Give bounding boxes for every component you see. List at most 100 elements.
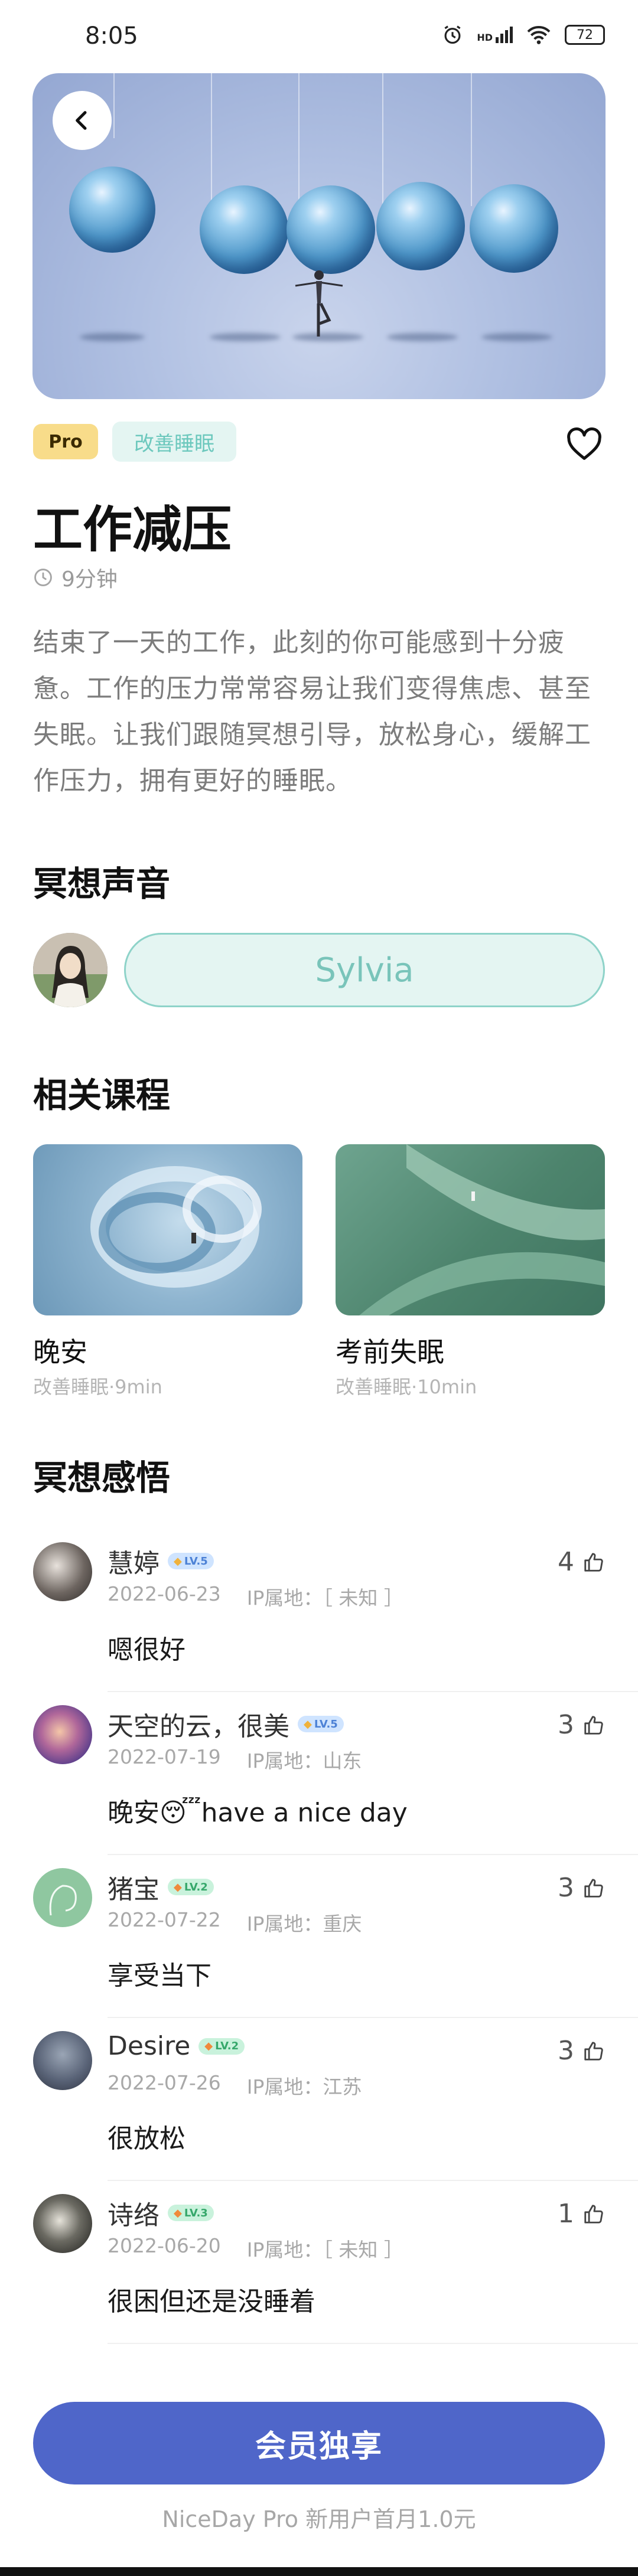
sphere xyxy=(200,185,288,274)
voice-avatar-image xyxy=(33,933,108,1007)
level-badge-icon: ◆ xyxy=(304,1718,312,1731)
avatar[interactable] xyxy=(33,933,108,1007)
comment-ip: IP属地：江苏 xyxy=(246,2075,362,2098)
like-count: 3 xyxy=(558,1710,574,1740)
comment-author[interactable]: Desire ◆ LV.2 xyxy=(108,2031,245,2061)
thumbs-up-icon xyxy=(584,2204,603,2224)
comment-author-name[interactable]: 天空的云，很美 xyxy=(108,1705,289,1743)
comment-author[interactable]: 猪宝 ◆ LV.2 xyxy=(108,1868,214,1906)
sphere xyxy=(470,184,558,273)
signal-hd-label: HD xyxy=(477,32,493,43)
comment-item: 天空的云，很美 ◆ LV.5 2022-07-19 IP属地：山东 晚安😴have a… xyxy=(33,1692,638,1855)
like-button[interactable]: 3 xyxy=(558,1710,605,1740)
level-badge-text: LV.5 xyxy=(314,1718,338,1731)
back-button[interactable] xyxy=(53,91,112,150)
wifi-icon xyxy=(527,26,551,44)
level-badge: ◆ LV.5 xyxy=(298,1716,344,1732)
comments-section-title: 冥想感悟 xyxy=(33,1458,171,1498)
course-hero-image xyxy=(32,73,606,399)
like-count: 3 xyxy=(558,1873,574,1903)
avatar[interactable] xyxy=(33,2194,92,2253)
like-button[interactable]: 1 xyxy=(558,2199,605,2229)
course-card-title[interactable]: 考前失眠 xyxy=(336,1331,444,1370)
voice-section-title: 冥想声音 xyxy=(33,864,171,904)
level-badge-icon: ◆ xyxy=(174,1880,182,1893)
clock-icon xyxy=(34,569,52,586)
category-tag[interactable]: 改善睡眠 xyxy=(112,422,236,462)
thumbs-up-icon xyxy=(584,2041,603,2061)
status-icons: HD 72 xyxy=(441,24,605,46)
comment-author-name[interactable]: Desire xyxy=(108,2031,190,2061)
comment-text: 享受当下 xyxy=(108,1961,211,1991)
cta-promo-text: NiceDay Pro 新用户首月1.0元 xyxy=(162,2506,476,2532)
comment-date: 2022-06-23 xyxy=(108,1582,221,1605)
comment-author-name[interactable]: 诗络 xyxy=(108,2194,160,2232)
chevron-left-icon xyxy=(76,111,87,130)
level-badge-text: LV.2 xyxy=(184,1880,208,1893)
yoga-figure xyxy=(295,270,343,337)
level-badge: ◆ LV.5 xyxy=(168,1553,214,1569)
level-badge-text: LV.2 xyxy=(215,2040,239,2052)
comment-meta: 2022-06-20 IP属地：［ 未知 ］ xyxy=(108,2234,403,2262)
sphere xyxy=(376,182,465,270)
avatar[interactable] xyxy=(33,1868,92,1927)
level-badge-icon: ◆ xyxy=(174,1555,182,1568)
course-card-thumbnail[interactable] xyxy=(336,1144,605,1315)
status-time: 8:05 xyxy=(85,22,138,50)
like-count: 1 xyxy=(558,2199,574,2229)
like-button[interactable]: 3 xyxy=(558,2036,605,2066)
course-duration: 9分钟 xyxy=(33,562,118,593)
comment-item: 诗络 ◆ LV.3 2022-06-20 IP属地：［ 未知 ］ 很困但还是没睡着 1 xyxy=(33,2181,638,2344)
comment-meta: 2022-07-19 IP属地：山东 xyxy=(108,1745,362,1774)
member-exclusive-button[interactable]: 会员独享 xyxy=(33,2402,605,2484)
course-thumbnail-art xyxy=(90,1166,262,1288)
level-badge: ◆ LV.2 xyxy=(168,1879,214,1895)
voice-select-button[interactable]: Sylvia xyxy=(124,933,605,1007)
comment-author[interactable]: 慧婷 ◆ LV.5 xyxy=(108,1542,214,1580)
like-button[interactable]: 3 xyxy=(558,1873,605,1903)
avatar[interactable] xyxy=(33,1542,92,1601)
comment-date: 2022-07-26 xyxy=(108,2071,221,2094)
comment-author[interactable]: 诗络 ◆ LV.3 xyxy=(108,2194,214,2232)
avatar[interactable] xyxy=(33,1705,92,1764)
comment-ip: IP属地：［ 未知 ］ xyxy=(246,2238,403,2261)
comment-ip: IP属地：重庆 xyxy=(246,1912,362,1935)
level-badge: ◆ LV.2 xyxy=(198,2038,245,2055)
comment-author-name[interactable]: 猪宝 xyxy=(108,1868,160,1906)
comment-meta: 2022-07-26 IP属地：江苏 xyxy=(108,2071,362,2100)
course-card-subtitle: 改善睡眠·10min xyxy=(336,1376,477,1398)
level-badge-icon: ◆ xyxy=(204,2040,213,2052)
sphere xyxy=(287,185,375,274)
level-badge-text: LV.3 xyxy=(184,2206,208,2219)
comment-author-name[interactable]: 慧婷 xyxy=(108,1542,160,1580)
course-card-thumbnail[interactable] xyxy=(33,1144,302,1315)
avatar-outline-art xyxy=(49,1885,77,1916)
comment-ip: IP属地：［ 未知 ］ xyxy=(246,1586,403,1609)
comment-meta: 2022-07-22 IP属地：重庆 xyxy=(108,1908,362,1937)
home-indicator xyxy=(0,2567,638,2576)
avatar[interactable] xyxy=(33,2031,92,2090)
pro-badge: Pro xyxy=(33,424,98,459)
signal-icon: HD xyxy=(477,27,513,43)
level-badge-icon: ◆ xyxy=(174,2206,182,2219)
comment-item: Desire ◆ LV.2 2022-07-26 IP属地：江苏 很放松 3 xyxy=(33,2018,638,2181)
alarm-icon xyxy=(444,25,461,44)
comment-meta: 2022-06-23 IP属地：［ 未知 ］ xyxy=(108,1582,403,1611)
course-title: 工作减压 xyxy=(33,501,232,559)
comment-item: 猪宝 ◆ LV.2 2022-07-22 IP属地：重庆 享受当下 3 xyxy=(33,1855,638,2018)
like-count: 3 xyxy=(558,2036,574,2066)
comment-date: 2022-07-19 xyxy=(108,1745,221,1768)
level-badge: ◆ LV.3 xyxy=(168,2205,214,2221)
thumbs-up-icon xyxy=(584,1715,603,1735)
comment-text: 很困但还是没睡着 xyxy=(108,2287,315,2317)
course-description: 结束了一天的工作，此刻的你可能感到十分疲惫。工作的压力常常容易让我们变得焦虑、甚… xyxy=(33,628,591,796)
battery-indicator: 72 xyxy=(565,25,605,45)
heart-outline-icon[interactable] xyxy=(565,425,604,464)
course-card-title[interactable]: 晚安 xyxy=(33,1331,87,1370)
comment-text: 很放松 xyxy=(108,2124,185,2154)
comment-author[interactable]: 天空的云，很美 ◆ LV.5 xyxy=(108,1705,344,1743)
like-button[interactable]: 4 xyxy=(558,1547,605,1577)
duration-text: 9分钟 xyxy=(61,567,118,592)
comment-item: 慧婷 ◆ LV.5 2022-06-23 IP属地：［ 未知 ］ 嗯很好 4 xyxy=(33,1529,638,1692)
comment-text: 嗯很好 xyxy=(108,1635,185,1665)
